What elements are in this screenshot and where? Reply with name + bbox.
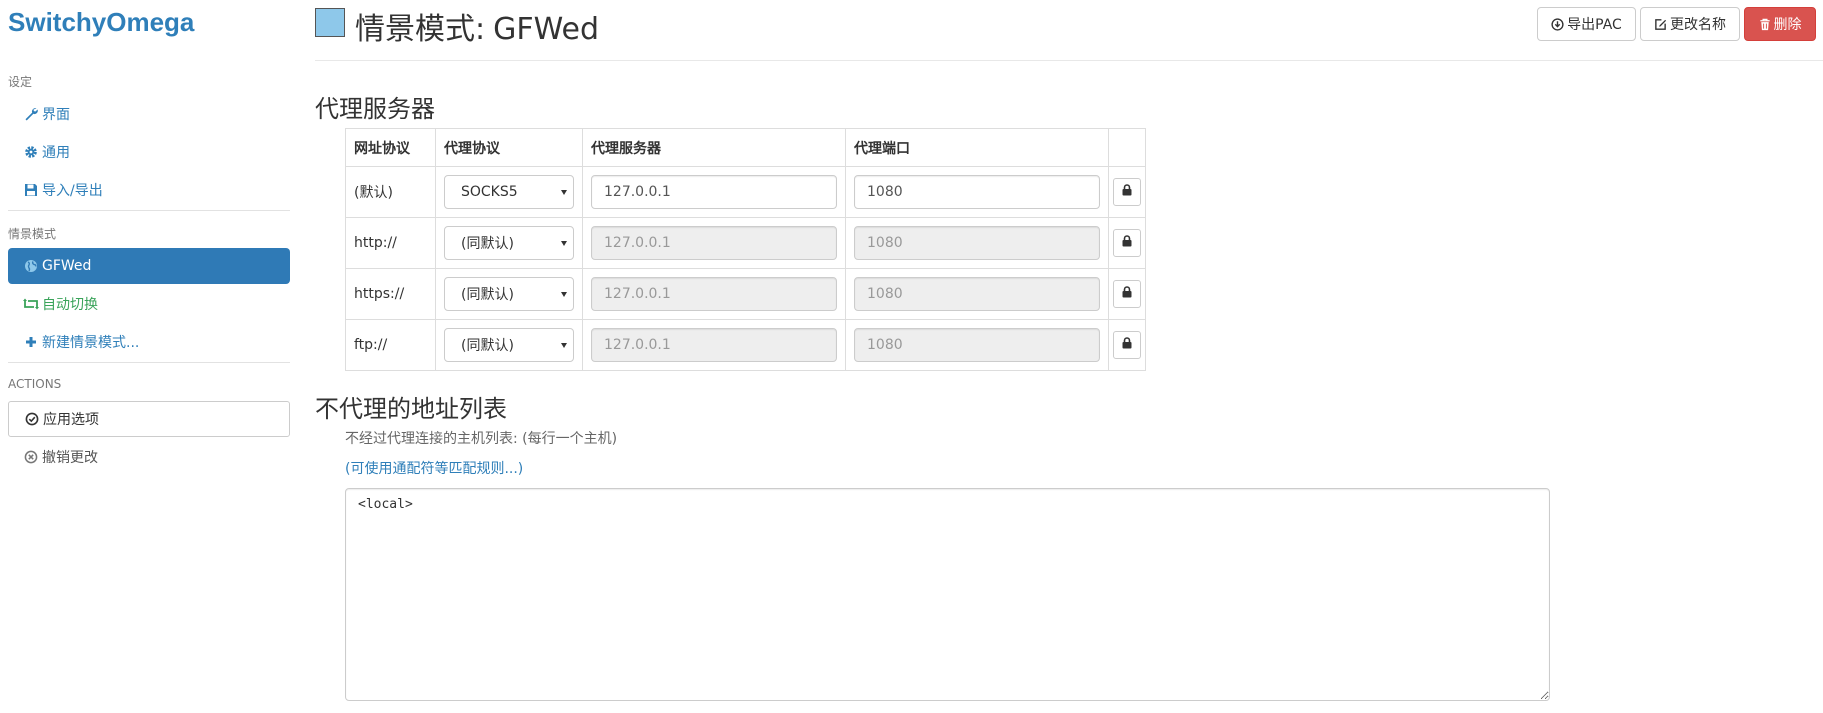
protocol-select[interactable]: SOCKS5	[444, 175, 574, 209]
sidebar-item-interface[interactable]: 界面	[8, 96, 290, 132]
lock-icon	[1122, 337, 1132, 353]
plus-icon	[23, 334, 39, 350]
column-header-port: 代理端口	[845, 128, 1109, 167]
table-row: https:// (同默认)	[345, 268, 1146, 320]
trash-icon	[1759, 18, 1771, 31]
retweet-icon	[23, 296, 39, 312]
sidebar-item-label: 新建情景模式...	[42, 335, 140, 351]
proxy-servers-table: 网址协议 代理协议 代理服务器 代理端口 (默认) SOCKS5 http://…	[345, 128, 1146, 371]
discard-changes-button[interactable]: 撤销更改	[8, 439, 290, 475]
sidebar-item-label: 导入/导出	[42, 183, 103, 199]
column-header-protocol: 代理协议	[435, 128, 583, 167]
sidebar-divider	[8, 362, 290, 363]
protocol-select-value: (同默认)	[461, 338, 514, 354]
lock-icon	[1122, 286, 1132, 302]
download-circle-icon	[1551, 17, 1564, 31]
caret-down-icon	[561, 190, 567, 195]
port-input	[854, 277, 1100, 311]
globe-icon	[23, 258, 39, 274]
bypass-list-textarea[interactable]: <local>	[345, 488, 1550, 701]
page-title: 情景模式: GFWed	[355, 4, 599, 48]
table-row: http:// (同默认)	[345, 217, 1146, 269]
column-header-scheme: 网址协议	[345, 128, 436, 167]
auth-lock-button[interactable]	[1113, 331, 1141, 359]
protocol-select[interactable]: (同默认)	[444, 328, 574, 362]
caret-down-icon	[561, 343, 567, 348]
auth-lock-button[interactable]	[1113, 178, 1141, 206]
scheme-cell: https://	[345, 268, 436, 320]
profile-color-swatch[interactable]	[315, 8, 345, 37]
scheme-cell: ftp://	[345, 319, 436, 371]
server-input	[591, 328, 837, 362]
wrench-icon	[23, 106, 39, 122]
protocol-select[interactable]: (同默认)	[444, 277, 574, 311]
sidebar-item-new-profile[interactable]: 新建情景模式...	[8, 324, 290, 360]
sidebar-divider	[8, 210, 290, 211]
protocol-select-value: (同默认)	[461, 287, 514, 303]
floppy-disk-icon	[23, 182, 39, 198]
server-input	[591, 277, 837, 311]
bypass-list-title: 不代理的地址列表	[315, 395, 507, 423]
protocol-select[interactable]: (同默认)	[444, 226, 574, 260]
rename-label: 更改名称	[1670, 17, 1726, 33]
export-pac-label: 导出PAC	[1567, 17, 1622, 33]
sidebar-item-label: GFWed	[42, 258, 92, 274]
port-input	[854, 226, 1100, 260]
discard-changes-label: 撤销更改	[42, 450, 98, 466]
brand-logo[interactable]: SwitchyOmega	[8, 7, 194, 38]
caret-down-icon	[561, 241, 567, 246]
port-input[interactable]	[854, 175, 1100, 209]
gear-icon	[23, 144, 39, 160]
lock-icon	[1122, 235, 1132, 251]
protocol-select-value: (同默认)	[461, 236, 514, 252]
profiles-heading: 情景模式	[8, 227, 57, 241]
actions-heading: ACTIONS	[8, 377, 62, 391]
lock-icon	[1122, 184, 1132, 200]
x-circle-icon	[23, 449, 39, 465]
check-circle-icon	[24, 411, 40, 427]
scheme-cell: http://	[345, 217, 436, 269]
auth-lock-button[interactable]	[1113, 280, 1141, 308]
edit-icon	[1654, 18, 1667, 31]
apply-options-button[interactable]: 应用选项	[8, 401, 290, 437]
port-input	[854, 328, 1100, 362]
header-divider	[315, 60, 1823, 61]
table-header-row: 网址协议 代理协议 代理服务器 代理端口	[345, 128, 1146, 167]
sidebar-item-label: 通用	[42, 145, 70, 161]
settings-heading: 设定	[8, 75, 33, 89]
sidebar-item-label: 自动切换	[42, 297, 98, 313]
sidebar-item-auto-switch[interactable]: 自动切换	[8, 286, 290, 322]
column-header-lock	[1108, 128, 1146, 167]
delete-button[interactable]: 删除	[1744, 7, 1816, 41]
proxy-servers-title: 代理服务器	[315, 95, 435, 123]
server-input[interactable]	[591, 175, 837, 209]
sidebar-item-general[interactable]: 通用	[8, 134, 290, 170]
server-input	[591, 226, 837, 260]
bypass-help-text: 不经过代理连接的主机列表: (每行一个主机)	[345, 431, 618, 447]
sidebar-item-label: 界面	[42, 107, 70, 123]
scheme-cell: (默认)	[345, 166, 436, 218]
column-header-server: 代理服务器	[582, 128, 846, 167]
profile-name: GFWed	[493, 12, 600, 47]
table-row: ftp:// (同默认)	[345, 319, 1146, 371]
sidebar-item-import-export[interactable]: 导入/导出	[8, 172, 290, 208]
sidebar: SwitchyOmega 设定 界面 通用 导入/导出 情景模式 GFWed 自…	[0, 0, 300, 713]
auth-lock-button[interactable]	[1113, 229, 1141, 257]
export-pac-button[interactable]: 导出PAC	[1537, 7, 1636, 41]
caret-down-icon	[561, 292, 567, 297]
delete-label: 删除	[1773, 17, 1802, 33]
sidebar-item-gfwed[interactable]: GFWed	[8, 248, 290, 284]
wildcard-rules-link[interactable]: (可使用通配符等匹配规则...)	[345, 458, 523, 478]
rename-button[interactable]: 更改名称	[1640, 7, 1740, 41]
apply-options-label: 应用选项	[43, 412, 99, 428]
table-row: (默认) SOCKS5	[345, 166, 1146, 218]
page-title-prefix: 情景模式:	[355, 12, 486, 47]
protocol-select-value: SOCKS5	[461, 184, 518, 200]
